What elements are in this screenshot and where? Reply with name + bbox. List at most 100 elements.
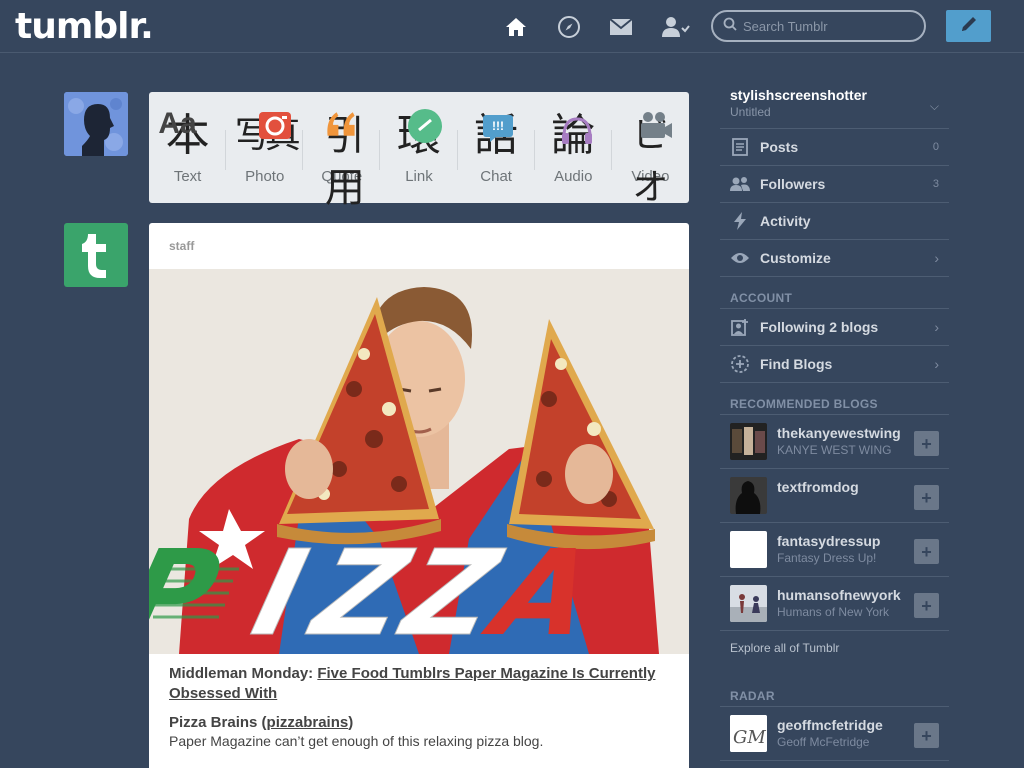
blog-name[interactable]: fantasydressup bbox=[777, 523, 907, 549]
blog-name[interactable]: thekanyewestwing bbox=[777, 415, 907, 441]
blog-title: KANYE WEST WING bbox=[777, 443, 892, 457]
post-type-audio[interactable]: 論 Audio bbox=[535, 92, 612, 203]
video-camera-icon bbox=[638, 108, 674, 144]
explore-link[interactable]: Explore all of Tumblr bbox=[720, 631, 949, 661]
radar-blog[interactable]: GM geoffmcfetridge Geoff McFetridge + bbox=[720, 707, 949, 761]
svg-text:GM: GM bbox=[733, 727, 766, 748]
blog-name[interactable]: geoffmcfetridge bbox=[777, 707, 907, 733]
sidebar-item-customize[interactable]: Customize › bbox=[720, 240, 949, 277]
followers-icon bbox=[730, 174, 750, 194]
chat-icon: !!! bbox=[480, 110, 516, 146]
sidebar-item-label: Find Blogs bbox=[760, 356, 833, 372]
eye-icon bbox=[730, 248, 750, 268]
blog-avatar[interactable] bbox=[730, 531, 767, 568]
recommended-section-heading: RECOMMENDED BLOGS bbox=[720, 383, 949, 415]
svg-text:!!!: !!! bbox=[492, 119, 504, 133]
post-subtitle-link[interactable]: pizzabrains bbox=[267, 714, 349, 731]
top-header: tumblr. bbox=[0, 0, 1024, 53]
sidebar-item-label: Activity bbox=[760, 213, 811, 229]
post-description: Paper Magazine can’t get enough of this … bbox=[169, 733, 544, 749]
post-type-photo[interactable]: 写真 Photo bbox=[226, 92, 304, 203]
post-type-label: Text bbox=[173, 168, 202, 185]
post-type-audio-glyph: 論 bbox=[543, 106, 603, 166]
followers-count: 3 bbox=[932, 178, 939, 190]
sidebar: stylishscreenshotter Untitled ⌵ Posts 0 … bbox=[720, 53, 949, 761]
following-icon bbox=[730, 317, 750, 337]
blog-title: Fantasy Dress Up! bbox=[777, 551, 877, 565]
pencil-icon bbox=[959, 14, 979, 39]
recommended-blog[interactable]: humansofnewyork Humans of New York + bbox=[720, 577, 949, 631]
post-type-chat[interactable]: 話 !!! Chat bbox=[458, 92, 535, 203]
recommended-blog[interactable]: thekanyewestwing KANYE WEST WING + bbox=[720, 415, 949, 469]
activity-icon bbox=[730, 211, 750, 231]
dashboard-post: staff P I Z Z A Middleman Monday: Five F… bbox=[149, 223, 689, 768]
blog-avatar[interactable] bbox=[730, 423, 767, 460]
sidebar-item-label: Posts bbox=[760, 139, 799, 155]
sidebar-item-followers[interactable]: Followers 3 bbox=[720, 166, 949, 203]
post-image[interactable]: P I Z Z A bbox=[149, 269, 689, 654]
camera-icon bbox=[257, 106, 293, 142]
sidebar-item-label: Followers bbox=[760, 176, 826, 192]
post-type-text-glyph: 本 Aa bbox=[158, 106, 218, 166]
blog-title: Humans of New York bbox=[777, 605, 890, 619]
sidebar-item-find-blogs[interactable]: Find Blogs › bbox=[720, 346, 949, 383]
blog-name[interactable]: textfromdog bbox=[777, 469, 907, 495]
mail-icon[interactable] bbox=[608, 14, 634, 40]
search-input[interactable] bbox=[743, 18, 913, 34]
post-body: Middleman Monday: Five Food Tumblrs Pape… bbox=[169, 664, 669, 749]
post-subtitle-text: Pizza Brains bbox=[169, 714, 258, 731]
quote-icon bbox=[324, 106, 360, 142]
sidebar-item-following[interactable]: Following 2 blogs › bbox=[720, 309, 949, 346]
account-icon[interactable] bbox=[661, 14, 691, 40]
blog-name: stylishscreenshotter bbox=[730, 87, 867, 103]
blog-avatar[interactable]: GM bbox=[730, 715, 767, 752]
post-type-quote[interactable]: 引用 Quote bbox=[303, 92, 381, 211]
post-type-chat-glyph: 話 !!! bbox=[466, 106, 526, 166]
blog-avatar[interactable] bbox=[730, 477, 767, 514]
follow-button[interactable]: + bbox=[914, 723, 939, 748]
chevron-down-icon[interactable]: ⌵ bbox=[930, 99, 939, 114]
follow-button[interactable]: + bbox=[914, 431, 939, 456]
chevron-right-icon: › bbox=[934, 250, 939, 266]
follow-button[interactable]: + bbox=[914, 539, 939, 564]
post-type-video[interactable]: ビオ Video bbox=[612, 92, 689, 208]
post-type-label: Audio bbox=[554, 168, 593, 185]
post-author[interactable]: staff bbox=[149, 223, 689, 269]
user-avatar[interactable] bbox=[64, 92, 128, 156]
radar-section-heading: RADAR bbox=[720, 675, 949, 707]
compass-icon[interactable] bbox=[556, 14, 582, 40]
compose-button[interactable] bbox=[946, 10, 991, 42]
post-title: Middleman Monday: Five Food Tumblrs Pape… bbox=[169, 664, 669, 704]
text-aa-icon: Aa bbox=[158, 107, 197, 140]
blog-name[interactable]: humansofnewyork bbox=[777, 577, 907, 603]
follow-button[interactable]: + bbox=[914, 485, 939, 510]
sidebar-item-activity[interactable]: Activity bbox=[720, 203, 949, 240]
post-type-label: Photo bbox=[245, 168, 285, 185]
post-type-text[interactable]: 本 Aa Text bbox=[149, 92, 227, 203]
search-box[interactable] bbox=[711, 10, 926, 42]
headphones-icon bbox=[559, 112, 595, 148]
sidebar-blog-header[interactable]: stylishscreenshotter Untitled ⌵ bbox=[720, 53, 949, 129]
sidebar-item-label: Following 2 blogs bbox=[760, 319, 879, 335]
recommended-blog[interactable]: fantasydressup Fantasy Dress Up! + bbox=[720, 523, 949, 577]
blog-avatar[interactable] bbox=[730, 585, 767, 622]
follow-button[interactable]: + bbox=[914, 593, 939, 618]
post-type-video-glyph: ビオ bbox=[620, 106, 680, 208]
posts-icon bbox=[730, 137, 750, 157]
tumblr-logo[interactable]: tumblr. bbox=[15, 6, 154, 47]
sidebar-item-posts[interactable]: Posts 0 bbox=[720, 129, 949, 166]
link-icon bbox=[407, 108, 443, 144]
blog-title: Geoff McFetridge bbox=[777, 735, 870, 749]
post-type-label: Link bbox=[405, 168, 433, 185]
post-type-label: Chat bbox=[480, 168, 512, 185]
home-icon[interactable] bbox=[503, 14, 529, 40]
search-icon bbox=[723, 17, 737, 36]
recommended-blog[interactable]: textfromdog + bbox=[720, 469, 949, 523]
posts-count: 0 bbox=[932, 141, 939, 153]
account-section-heading: ACCOUNT bbox=[720, 277, 949, 309]
find-blogs-icon bbox=[730, 354, 750, 374]
staff-avatar[interactable] bbox=[64, 223, 128, 287]
post-type-link-glyph: 環 bbox=[389, 106, 449, 166]
post-subtitle: Pizza Brains (pizzabrains) bbox=[169, 714, 354, 731]
post-type-link[interactable]: 環 Link bbox=[380, 92, 458, 203]
